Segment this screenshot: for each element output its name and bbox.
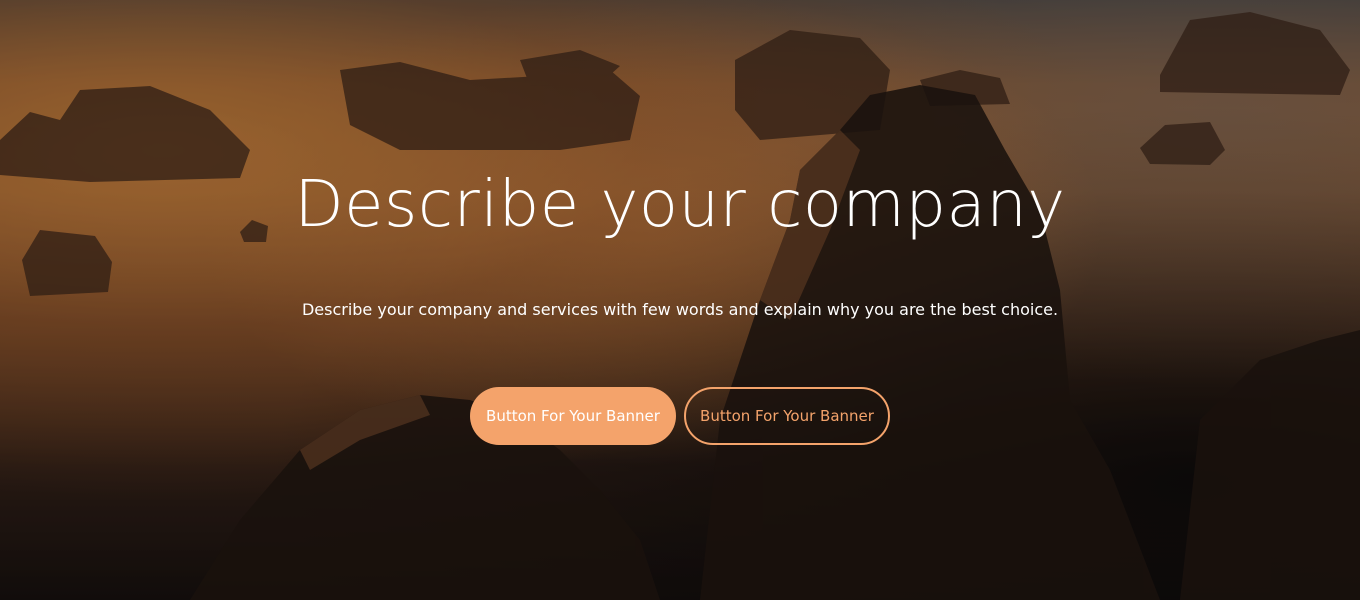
banner-title: Describe your company [294, 168, 1066, 242]
hero-banner: Describe your company Describe your comp… [0, 0, 1360, 600]
primary-banner-button-label: Button For Your Banner [486, 407, 660, 425]
secondary-banner-button[interactable]: Button For Your Banner [684, 387, 890, 445]
banner-content: Describe your company Describe your comp… [0, 0, 1360, 600]
banner-subtitle: Describe your company and services with … [301, 300, 1059, 319]
primary-banner-button[interactable]: Button For Your Banner [470, 387, 676, 445]
secondary-banner-button-label: Button For Your Banner [700, 407, 874, 425]
